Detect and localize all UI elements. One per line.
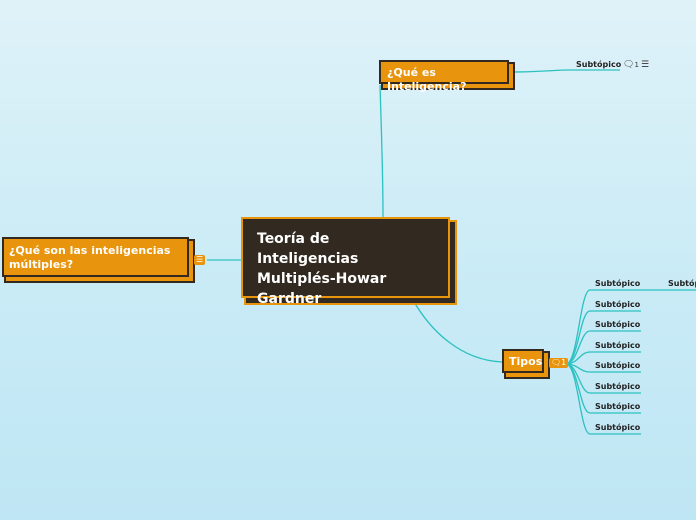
topic-inteligencias-multiples[interactable]: ¿Qué son las inteligencias múltiples? [2, 237, 189, 277]
topic-multiples-label: ¿Qué son las inteligencias múltiples? [9, 244, 171, 271]
central-topic[interactable]: Teoría de Inteligencias Multiplés-Howar … [241, 217, 450, 307]
comment-count: 1 [634, 61, 639, 69]
tipos-subtopic[interactable]: Subtópico [595, 300, 640, 310]
notes-icon[interactable]: ☰ [194, 255, 206, 265]
topic-que-es-inteligencia[interactable]: ¿Qué es Inteligencia? [379, 60, 509, 93]
central-topic-label: Teoría de Inteligencias Multiplés-Howar … [257, 231, 387, 307]
tipos-subtopic[interactable]: Subtópico [595, 320, 640, 330]
tipos-subtopic[interactable]: Subtópico [595, 382, 640, 392]
comment-icon[interactable]: 🗨1 [623, 60, 639, 70]
topic-tipos[interactable]: Tipos [502, 349, 544, 373]
link-central-que [379, 84, 384, 218]
topic-que-es-label: ¿Qué es Inteligencia? [387, 66, 467, 93]
notes-icon[interactable]: ☰ [641, 60, 649, 70]
comment-count: 1 [561, 358, 567, 367]
tipos-subtopic[interactable]: Subtópico [595, 361, 640, 371]
tipos-subtopic[interactable]: Subtópico [595, 402, 640, 412]
tipos-subtopic[interactable]: Subtópico [595, 279, 640, 289]
tipos-subtopic[interactable]: Subtópico [595, 423, 640, 433]
tipos-subtopic[interactable]: Subtópico [595, 341, 640, 351]
comment-icon[interactable]: 🗨1 [549, 358, 569, 368]
nested-subtopic[interactable]: Subtóp [668, 279, 696, 289]
que-es-subtopic[interactable]: Subtópico [576, 60, 621, 70]
topic-tipos-label: Tipos [509, 355, 543, 368]
link-que-subtopic [508, 69, 620, 73]
link-central-tipos [412, 299, 503, 363]
